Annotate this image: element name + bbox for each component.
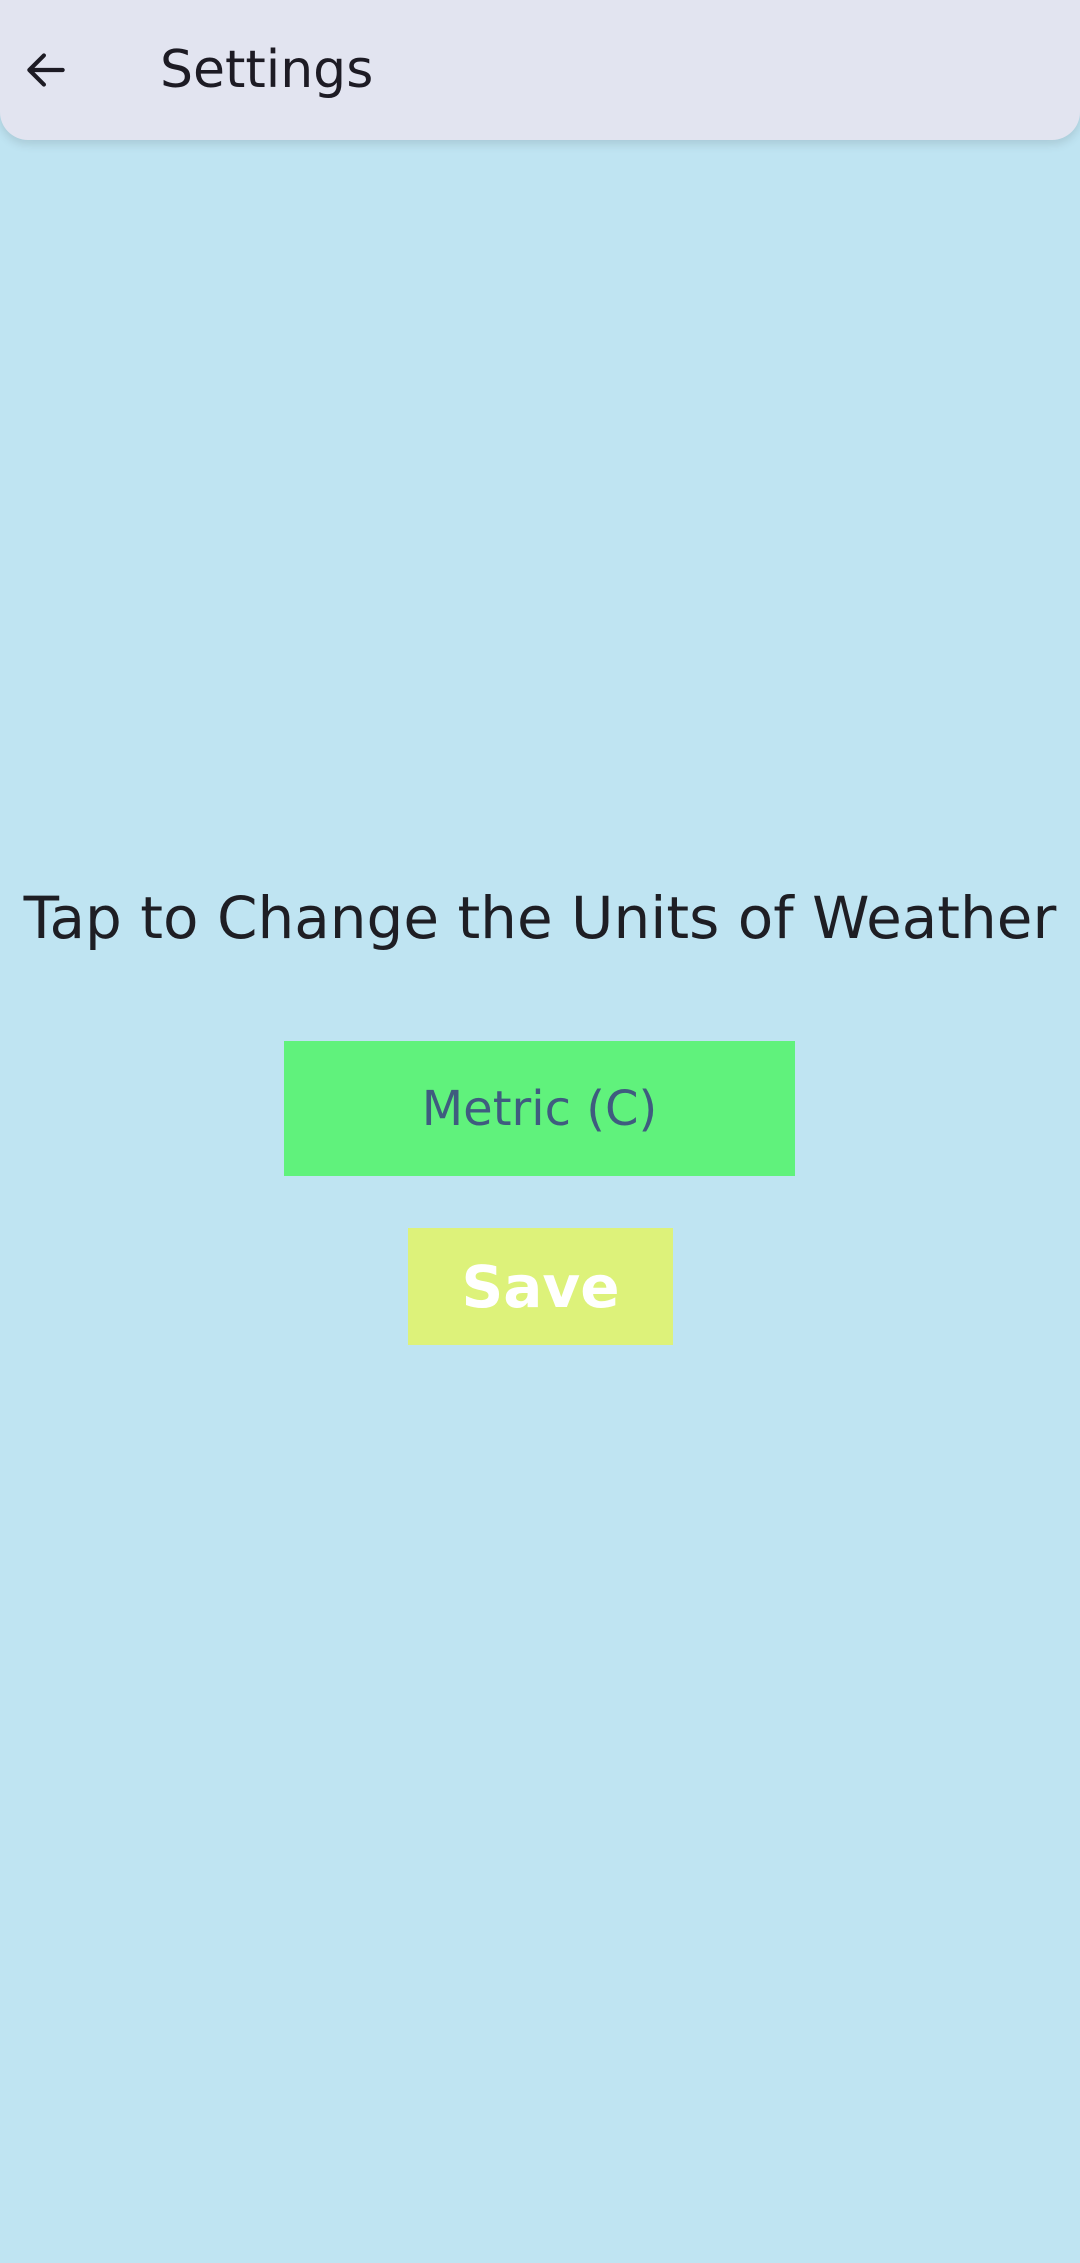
arrow-back-icon bbox=[27, 53, 65, 87]
save-button[interactable]: Save bbox=[408, 1228, 673, 1345]
units-button-label: Metric (C) bbox=[421, 1080, 658, 1137]
save-button-label: Save bbox=[461, 1252, 620, 1321]
app-bar: Settings bbox=[0, 0, 1080, 140]
instruction-text: Tap to Change the Units of Weather bbox=[23, 884, 1057, 952]
back-button[interactable] bbox=[14, 34, 78, 106]
page-title: Settings bbox=[160, 40, 374, 100]
units-toggle-button[interactable]: Metric (C) bbox=[284, 1041, 795, 1176]
